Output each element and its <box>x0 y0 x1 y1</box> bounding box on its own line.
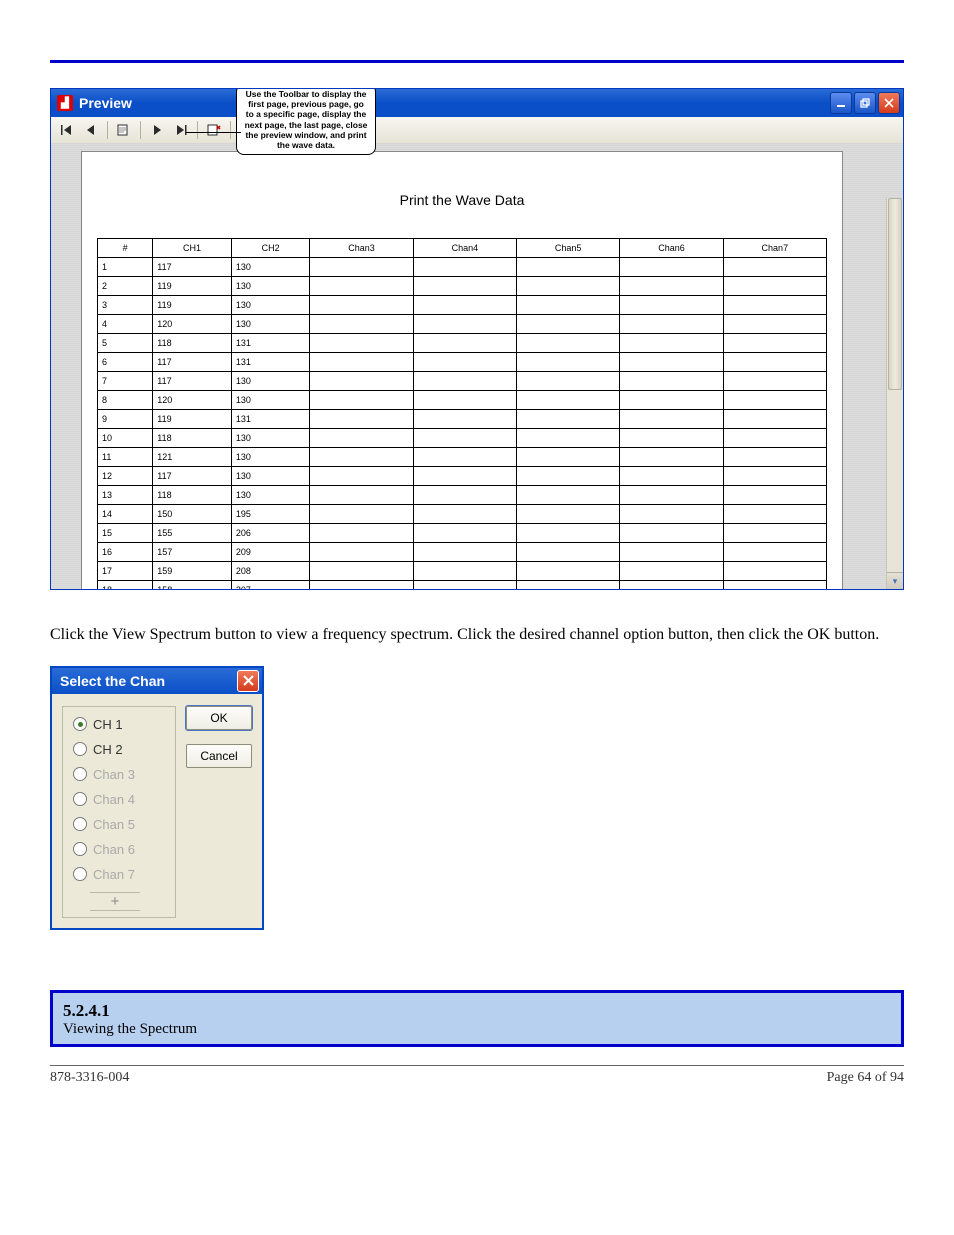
radio-label: Chan 5 <box>93 817 135 832</box>
section-header-bar: 5.2.4.1 Viewing the Spectrum <box>50 990 904 1047</box>
toolbar-callout: Use the Toolbar to display the first pag… <box>236 88 376 155</box>
table-row: 9119131 <box>98 410 827 429</box>
radio-label: Chan 6 <box>93 842 135 857</box>
page-heading: Print the Wave Data <box>97 192 827 208</box>
table-row: 14150195 <box>98 505 827 524</box>
preview-page: Print the Wave Data #CH1CH2Chan3Chan4Cha… <box>81 151 843 589</box>
preview-titlebar: ▟ Preview <box>51 89 903 117</box>
vertical-scrollbar[interactable]: ▴ ▾ <box>886 198 903 589</box>
radio-option: Chan 6 <box>73 842 157 857</box>
scroll-thumb[interactable] <box>888 198 902 390</box>
page-footer: 878-3316-004 Page 64 of 94 <box>50 1065 904 1086</box>
radio-icon <box>73 817 87 831</box>
goto-page-icon[interactable] <box>112 119 136 141</box>
section-title: Viewing the Spectrum <box>63 1021 891 1038</box>
scroll-down-icon[interactable]: ▾ <box>887 572 903 589</box>
dialog-close-button[interactable] <box>237 670 259 692</box>
section-number: 5.2.4.1 <box>63 1001 891 1021</box>
radio-option: Chan 7 <box>73 867 157 882</box>
table-row: 18158207 <box>98 581 827 590</box>
radio-option: Chan 4 <box>73 792 157 807</box>
last-page-icon[interactable] <box>169 119 193 141</box>
select-chan-dialog: Select the Chan CH 1 CH 2 Chan 3 Chan 4 Chan… <box>50 666 264 930</box>
table-row: 7117130 <box>98 372 827 391</box>
column-header: Chan4 <box>413 239 516 258</box>
column-header: Chan5 <box>517 239 620 258</box>
dialog-title: Select the Chan <box>60 673 165 689</box>
minimize-button[interactable] <box>830 92 852 114</box>
table-row: 16157209 <box>98 543 827 562</box>
radio-icon <box>73 767 87 781</box>
radio-icon <box>73 792 87 806</box>
body-paragraph: Click the View Spectrum button to view a… <box>50 625 904 646</box>
preview-body: Print the Wave Data #CH1CH2Chan3Chan4Cha… <box>51 143 903 589</box>
radio-icon[interactable] <box>73 742 87 756</box>
table-row: 2119130 <box>98 277 827 296</box>
preview-toolbar <box>51 117 903 144</box>
app-icon: ▟ <box>57 95 73 111</box>
close-preview-icon[interactable] <box>202 119 226 141</box>
table-row: 3119130 <box>98 296 827 315</box>
column-header: CH1 <box>153 239 232 258</box>
radio-label: CH 2 <box>93 742 123 757</box>
radio-icon[interactable] <box>73 717 87 731</box>
column-header: CH2 <box>231 239 310 258</box>
table-row: 5118131 <box>98 334 827 353</box>
prev-page-icon[interactable] <box>79 119 103 141</box>
radio-label: Chan 3 <box>93 767 135 782</box>
radio-label: CH 1 <box>93 717 123 732</box>
dialog-titlebar: Select the Chan <box>52 668 262 694</box>
next-page-icon[interactable] <box>145 119 169 141</box>
document-rule <box>50 60 904 63</box>
table-row: 6117131 <box>98 353 827 372</box>
column-header: Chan7 <box>723 239 826 258</box>
radio-label: Chan 7 <box>93 867 135 882</box>
radio-option: Chan 3 <box>73 767 157 782</box>
table-row: 13118130 <box>98 486 827 505</box>
channel-radio-group: CH 1 CH 2 Chan 3 Chan 4 Chan 5 Chan 6 Chan 7 + <box>62 706 176 918</box>
column-header: # <box>98 239 153 258</box>
preview-window-title: Preview <box>79 95 132 111</box>
table-row: 15155206 <box>98 524 827 543</box>
table-row: 1117130 <box>98 258 827 277</box>
page-number: Page 64 of 94 <box>827 1070 904 1086</box>
add-channel-icon: + <box>90 892 140 911</box>
radio-option[interactable]: CH 2 <box>73 742 157 757</box>
first-page-icon[interactable] <box>55 119 79 141</box>
close-button[interactable] <box>878 92 900 114</box>
restore-button[interactable] <box>854 92 876 114</box>
table-row: 11121130 <box>98 448 827 467</box>
radio-label: Chan 4 <box>93 792 135 807</box>
ok-button[interactable]: OK <box>186 706 252 730</box>
table-row: 12117130 <box>98 467 827 486</box>
table-row: 10118130 <box>98 429 827 448</box>
table-row: 17159208 <box>98 562 827 581</box>
table-row: 8120130 <box>98 391 827 410</box>
preview-window: ▟ Preview <box>50 88 904 590</box>
column-header: Chan6 <box>620 239 723 258</box>
wave-data-table: #CH1CH2Chan3Chan4Chan5Chan6Chan7 1117130… <box>97 238 827 589</box>
radio-option: Chan 5 <box>73 817 157 832</box>
column-header: Chan3 <box>310 239 413 258</box>
cancel-button[interactable]: Cancel <box>186 744 252 768</box>
doc-version: 878-3316-004 <box>50 1070 129 1086</box>
radio-icon <box>73 842 87 856</box>
radio-option[interactable]: CH 1 <box>73 717 157 732</box>
radio-icon <box>73 867 87 881</box>
table-row: 4120130 <box>98 315 827 334</box>
